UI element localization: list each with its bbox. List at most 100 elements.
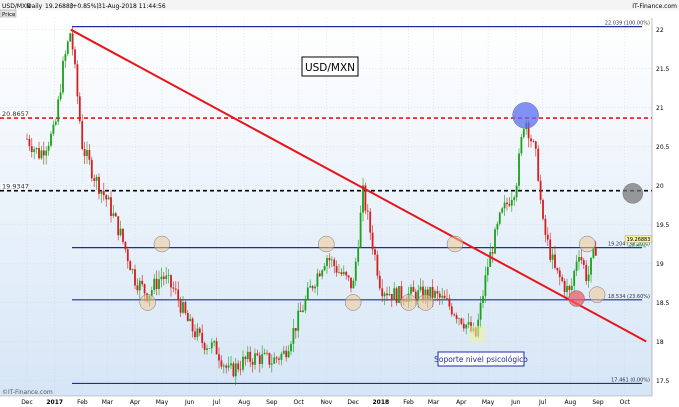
candle-body [575,261,578,271]
support-box: Soporte nivel psicológico [434,351,528,367]
touch-circle [588,286,606,303]
candle-body [100,190,103,194]
candle-body [590,257,592,275]
support-box-label: Soporte nivel psicológico [434,355,528,364]
x-tick-label: Jul [212,399,221,406]
x-tick-label: Sep [266,399,278,406]
candle-body [112,213,115,216]
candle-body [455,315,458,319]
candle-body [50,133,52,146]
candle-body [194,331,196,338]
candle-body [563,281,566,293]
candle-body [203,342,206,350]
target-circle-gray [622,183,644,204]
candle-body [309,286,312,288]
candle-body [580,257,583,261]
candle-body [242,356,244,370]
candle-body [191,318,194,332]
candle-body [352,280,355,289]
candle-body [30,146,33,153]
candle-body [114,213,117,217]
candle-body [374,249,376,255]
candle-body [107,197,110,200]
chart-root: USD/MXN Daily 19.26883 (+0.85%) 31-Aug-2… [0,0,679,407]
candle-body [441,295,444,298]
candle-body [340,272,343,275]
x-tick-label: Jul [538,399,547,406]
candle-body [227,365,230,368]
x-tick-label: Nov [320,399,332,406]
x-tick-label: Feb [403,399,414,406]
candle-body [251,361,254,365]
candle-body [494,229,496,254]
candle-body [270,363,273,365]
candle-body [333,259,336,267]
candle-body [232,363,235,377]
candle-body [249,351,252,362]
candle-body [256,353,259,356]
x-tick-label: May [156,399,169,406]
candle-body [594,248,597,256]
candle-body [54,121,57,125]
candle-body [213,341,216,343]
y-tick-label: 21.5 [656,66,670,73]
candle-body [198,328,201,333]
candle-body [342,271,345,275]
candle-body [47,145,50,151]
y-tick-label: 19.5 [656,222,670,229]
x-tick-label: Dec [21,399,33,406]
candle-body [76,64,79,97]
candle-body [138,280,141,291]
candle-body [496,223,499,230]
touch-circle [579,235,596,253]
candle-body [52,124,55,134]
candle-body [410,286,412,294]
candle-body [549,239,552,260]
header-interval: Daily [27,3,43,10]
candle-body [513,197,516,201]
candle-body [554,254,556,268]
candle-body [280,353,283,360]
candle-body [170,275,172,288]
candle-body [462,323,465,329]
candle-body [189,318,192,322]
candle-body [33,149,36,153]
candle-body [278,358,280,360]
level-label: 20.8657 [2,110,29,118]
candle-body [129,261,132,271]
candle-body [369,211,372,233]
candle-body [448,298,451,307]
candle-body [225,365,228,368]
level-label: 19.9347 [2,183,29,191]
candle-body [330,259,333,261]
header-source: IT-Finance.com [632,3,677,10]
candle-body [508,204,511,206]
header-datetime: 31-Aug-2018 11:44:56 [98,3,166,10]
candle-body [234,363,237,377]
candle-body [578,257,580,262]
candle-body [314,286,316,289]
x-tick-label: Jun [184,399,195,406]
candle-body [573,270,576,286]
candle-body [86,150,88,157]
candle-body [266,352,268,354]
candle-body [28,138,31,147]
candle-body [434,291,436,298]
candle-body [292,328,295,344]
candle-body [398,286,400,303]
candle-body [479,302,482,320]
candle-body [506,202,508,205]
candle-body [376,254,379,276]
candle-body [306,287,309,300]
candle-body [503,202,506,209]
peak-circle-blue [512,102,539,129]
candle-body [436,291,439,294]
candle-body [556,267,559,271]
candle-body [179,300,182,313]
candle-body [530,138,532,142]
candle-body [222,365,225,367]
candle-body [443,295,446,299]
candle-body [263,352,266,355]
candle-body [246,351,249,360]
candle-body [218,354,220,361]
